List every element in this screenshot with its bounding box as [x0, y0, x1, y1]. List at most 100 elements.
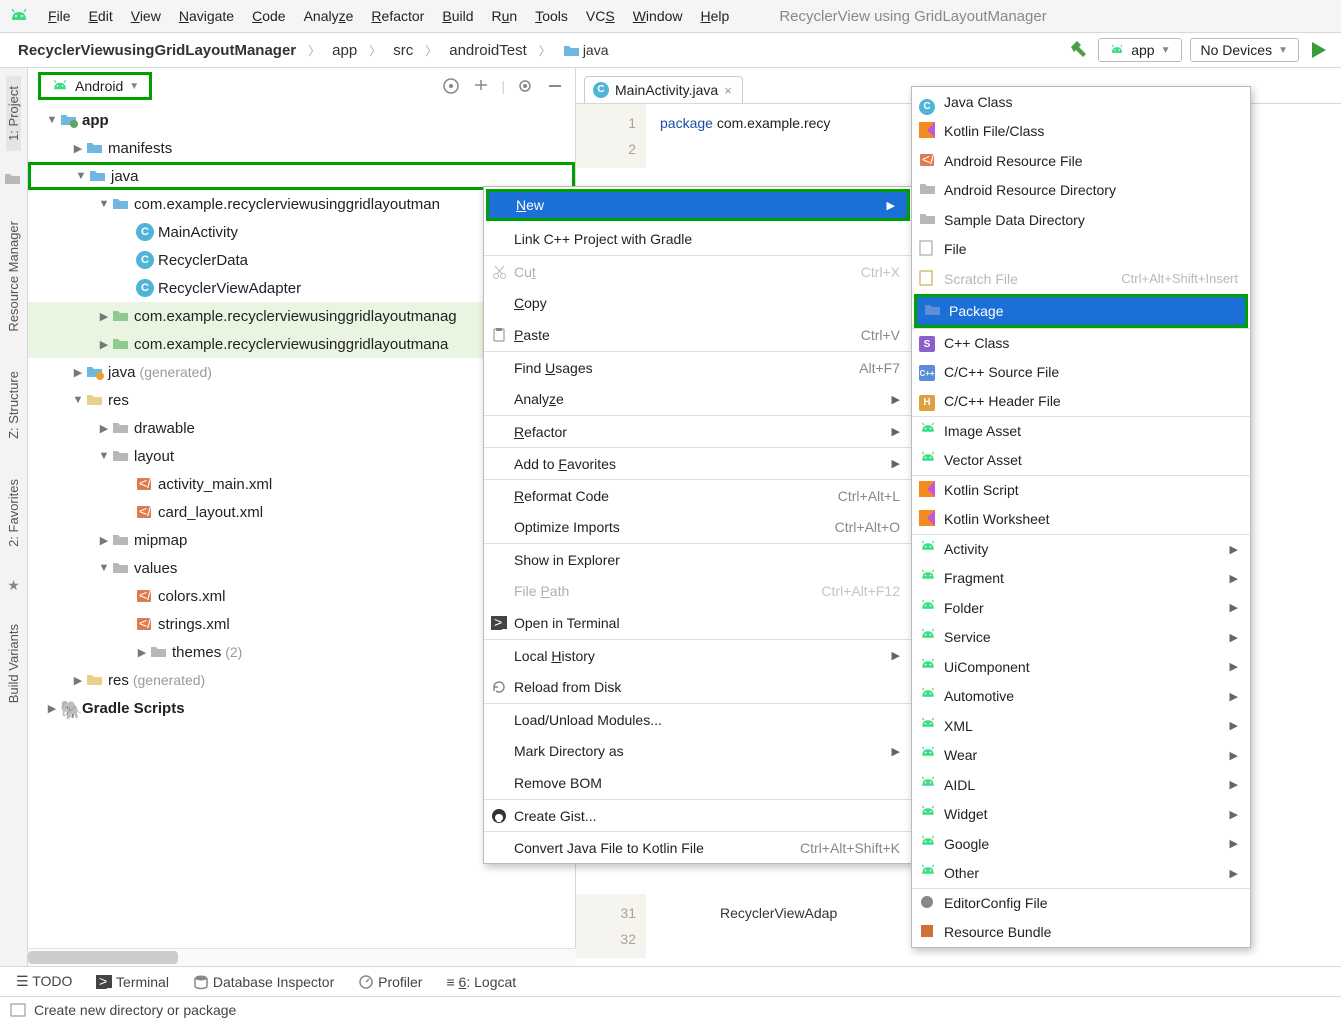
- ctx-item[interactable]: >_Open in Terminal: [484, 607, 912, 639]
- submenu-item[interactable]: CJava Class: [912, 87, 1250, 117]
- gear-icon[interactable]: [515, 76, 535, 96]
- bottom-tab-logcat[interactable]: ≡ 6: Logcat: [446, 974, 516, 990]
- submenu-item[interactable]: Package: [917, 297, 1245, 325]
- sidebar-tab-build-variants[interactable]: Build Variants: [6, 614, 21, 713]
- sidebar-tab-resource-manager[interactable]: Resource Manager: [6, 211, 21, 342]
- ctx-item[interactable]: Refactor▶: [484, 415, 912, 447]
- submenu-item[interactable]: Other▶: [912, 859, 1250, 889]
- submenu-item[interactable]: UiComponent▶: [912, 652, 1250, 682]
- submenu-item[interactable]: Activity▶: [912, 534, 1250, 564]
- reload-icon: [490, 678, 508, 696]
- ctx-item[interactable]: Reload from Disk: [484, 671, 912, 703]
- submenu-item[interactable]: Android Resource File: [912, 146, 1250, 176]
- breadcrumb-java[interactable]: java: [557, 40, 615, 61]
- xml-icon: [919, 152, 937, 170]
- menu-file[interactable]: File: [40, 5, 79, 27]
- menu-window[interactable]: Window: [625, 5, 691, 27]
- context-menu[interactable]: New▶Link C++ Project with GradleCutCtrl+…: [483, 186, 913, 864]
- submenu-item[interactable]: C++C/C++ Source File: [912, 357, 1250, 387]
- bottom-tab-terminal[interactable]: >_ Terminal: [96, 974, 169, 990]
- tree-node-manifests[interactable]: ▶manifests: [28, 134, 575, 162]
- ctx-item[interactable]: Copy: [484, 287, 912, 319]
- menu-run[interactable]: Run: [484, 5, 526, 27]
- submenu-item[interactable]: Kotlin File/Class: [912, 117, 1250, 147]
- editor-tab-mainactivity[interactable]: C MainActivity.java ×: [584, 76, 743, 103]
- menu-tools[interactable]: Tools: [527, 5, 576, 27]
- menu-refactor[interactable]: Refactor: [363, 5, 432, 27]
- close-icon[interactable]: ×: [724, 83, 732, 98]
- submenu-item[interactable]: Kotlin Worksheet: [912, 505, 1250, 535]
- ctx-item[interactable]: Convert Java File to Kotlin FileCtrl+Alt…: [484, 831, 912, 863]
- ctx-item[interactable]: Find UsagesAlt+F7: [484, 351, 912, 383]
- ctx-item[interactable]: PasteCtrl+V: [484, 319, 912, 351]
- kotlin-icon: [919, 481, 937, 499]
- submenu-item[interactable]: Folder▶: [912, 593, 1250, 623]
- submenu-item[interactable]: Automotive▶: [912, 682, 1250, 712]
- bottom-tab-todo[interactable]: ☰ TODO: [16, 973, 72, 990]
- breadcrumb-androidtest[interactable]: androidTest: [443, 40, 533, 61]
- build-icon[interactable]: [1068, 39, 1090, 61]
- project-view-selector[interactable]: Android ▼: [38, 72, 152, 100]
- menu-view[interactable]: View: [123, 5, 169, 27]
- breadcrumb-project[interactable]: RecyclerViewusingGridLayoutManager: [12, 40, 302, 61]
- submenu-item[interactable]: HC/C++ Header File: [912, 387, 1250, 417]
- menu-code[interactable]: Code: [244, 5, 293, 27]
- sidebar-tab-favorites[interactable]: 2: Favorites: [6, 469, 21, 557]
- menu-help[interactable]: Help: [693, 5, 738, 27]
- submenu-item[interactable]: Android Resource Directory: [912, 176, 1250, 206]
- editorconfig-icon: [919, 894, 937, 912]
- folder-stack-icon[interactable]: [4, 171, 24, 191]
- submenu-item[interactable]: Google▶: [912, 829, 1250, 859]
- breadcrumb-app[interactable]: app: [326, 40, 363, 61]
- ctx-item[interactable]: Add to Favorites▶: [484, 447, 912, 479]
- cpp-hdr-icon: H: [919, 392, 937, 410]
- menu-edit[interactable]: Edit: [81, 5, 121, 27]
- submenu-item[interactable]: Wear▶: [912, 741, 1250, 771]
- submenu-item[interactable]: Sample Data Directory: [912, 205, 1250, 235]
- submenu-item[interactable]: Kotlin Script: [912, 475, 1250, 505]
- submenu-item[interactable]: EditorConfig File: [912, 888, 1250, 918]
- submenu-item[interactable]: XML▶: [912, 711, 1250, 741]
- menu-vcs[interactable]: VCS: [578, 5, 623, 27]
- android-icon: [919, 599, 937, 617]
- menu-navigate[interactable]: Navigate: [171, 5, 242, 27]
- submenu-item[interactable]: Fragment▶: [912, 564, 1250, 594]
- submenu-item[interactable]: AIDL▶: [912, 770, 1250, 800]
- target-icon[interactable]: [441, 76, 461, 96]
- ctx-item[interactable]: Link C++ Project with Gradle: [484, 223, 912, 255]
- ctx-item[interactable]: Show in Explorer: [484, 543, 912, 575]
- sidebar-tab-structure[interactable]: Z: Structure: [6, 361, 21, 449]
- tree-node-app[interactable]: ▼app: [28, 106, 575, 134]
- ctx-item[interactable]: Local History▶: [484, 639, 912, 671]
- android-icon: [919, 864, 937, 882]
- run-config-dropdown[interactable]: app ▼: [1098, 38, 1181, 62]
- ctx-item[interactable]: Mark Directory as▶: [484, 735, 912, 767]
- horizontal-scrollbar[interactable]: [28, 948, 576, 966]
- chevron-icon: 〉: [537, 42, 553, 59]
- ctx-item[interactable]: Load/Unload Modules...: [484, 703, 912, 735]
- submenu-item[interactable]: Resource Bundle: [912, 918, 1250, 948]
- menu-build[interactable]: Build: [434, 5, 481, 27]
- collapse-icon[interactable]: [471, 76, 491, 96]
- bottom-tab-db-inspector[interactable]: Database Inspector: [193, 974, 334, 990]
- ctx-item[interactable]: New▶: [486, 189, 910, 221]
- menu-analyze[interactable]: Analyze: [296, 5, 362, 27]
- submenu-item[interactable]: Image Asset: [912, 416, 1250, 446]
- ctx-item[interactable]: Create Gist...: [484, 799, 912, 831]
- run-icon[interactable]: [1307, 39, 1329, 61]
- bottom-tab-profiler[interactable]: Profiler: [358, 974, 422, 990]
- submenu-item[interactable]: SC++ Class: [912, 328, 1250, 358]
- submenu-item[interactable]: Widget▶: [912, 800, 1250, 830]
- submenu-item[interactable]: File: [912, 235, 1250, 265]
- submenu-item[interactable]: Service▶: [912, 623, 1250, 653]
- ctx-item[interactable]: Remove BOM: [484, 767, 912, 799]
- device-dropdown[interactable]: No Devices ▼: [1190, 38, 1300, 62]
- ctx-item[interactable]: Reformat CodeCtrl+Alt+L: [484, 479, 912, 511]
- hide-icon[interactable]: [545, 76, 565, 96]
- new-submenu[interactable]: CJava ClassKotlin File/ClassAndroid Reso…: [911, 86, 1251, 948]
- breadcrumb-src[interactable]: src: [387, 40, 419, 61]
- ctx-item[interactable]: Analyze▶: [484, 383, 912, 415]
- submenu-item[interactable]: Vector Asset: [912, 446, 1250, 476]
- sidebar-tab-project[interactable]: 1: Project: [6, 76, 21, 151]
- ctx-item[interactable]: Optimize ImportsCtrl+Alt+O: [484, 511, 912, 543]
